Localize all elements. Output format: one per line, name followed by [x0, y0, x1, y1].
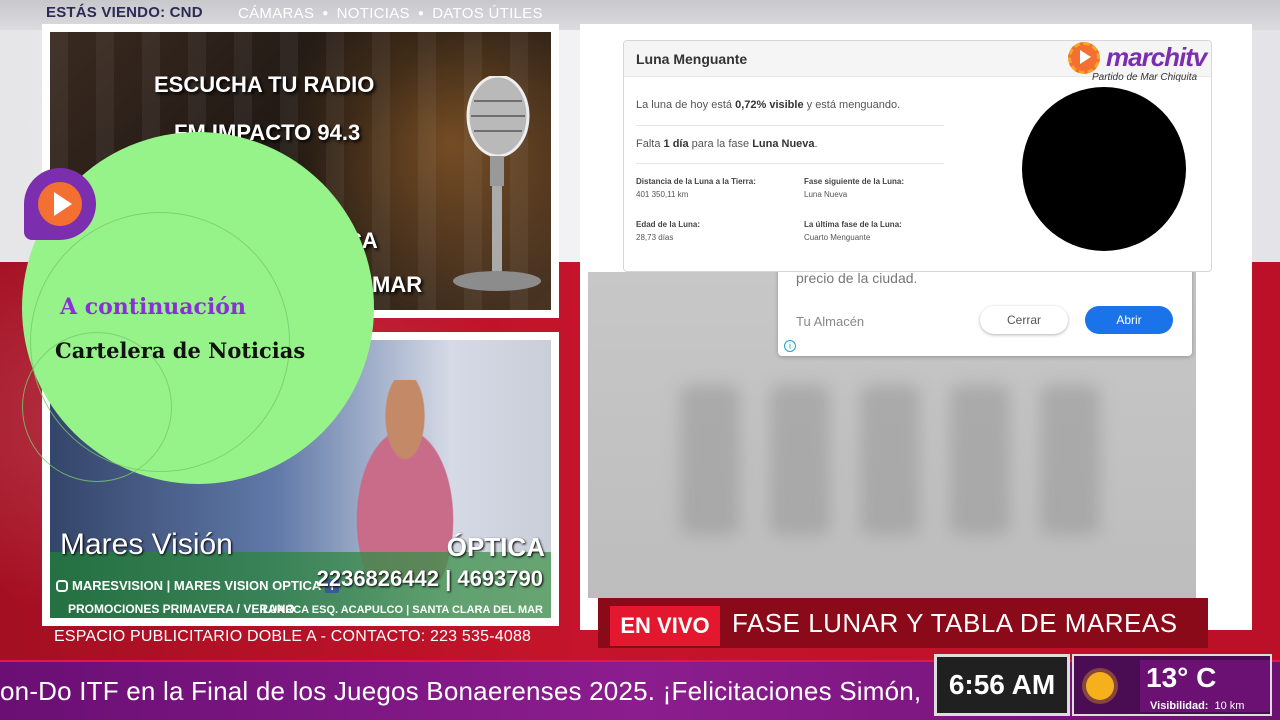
live-headline: FASE LUNAR Y TABLA DE MAREAS	[732, 608, 1178, 638]
optica-ad-social-text: MARESVISION | MARES VISION OPTICA	[72, 578, 322, 593]
ticker-text: on-Do ITF en la Final de los Juegos Bona…	[0, 676, 922, 706]
nav-item-datos-utiles[interactable]: DATOS ÚTILES	[432, 5, 543, 22]
moon-card-title: Luna Menguante	[636, 51, 748, 67]
ad-contact-text: ESPACIO PUBLICITARIO DOBLE A - CONTACTO:…	[54, 628, 532, 645]
moon-info-distance: Distancia de la Luna a la Tierra: 401 35…	[636, 175, 756, 201]
divider	[636, 125, 944, 126]
info-icon[interactable]: i	[784, 340, 796, 352]
optica-ad-social: MARESVISION | MARES VISION OPTICA f	[56, 578, 340, 593]
visibility-label: Visibilidad:	[1150, 700, 1209, 712]
radio-ad-line4: MAR	[372, 272, 423, 297]
moon-info-next-phase: Fase siguiente de la Luna: Luna Nueva	[804, 175, 904, 201]
moon-next-pre: Falta	[636, 138, 664, 150]
moon-next-phase-text: Falta 1 día para la fase Luna Nueva.	[636, 138, 818, 150]
play-icon	[1080, 50, 1091, 64]
close-button[interactable]: Cerrar	[980, 306, 1068, 334]
weather-temperature: 13° C	[1146, 662, 1217, 693]
optica-ad-word: ÓPTICA	[446, 532, 545, 562]
moon-visibility-pct: 0,72% visible	[735, 99, 804, 111]
clock: 6:56 AM	[934, 654, 1070, 716]
divider	[636, 163, 944, 164]
moon-icon	[1022, 87, 1186, 251]
moon-next-mid: para la fase	[688, 138, 753, 150]
weather-widget: 13° C Visibilidad: 10 km	[1072, 654, 1272, 716]
sun-icon	[1086, 672, 1114, 700]
moon-next-days: 1 día	[663, 138, 689, 150]
moon-info-label: Edad de la Luna:	[636, 220, 701, 229]
instagram-icon	[56, 579, 68, 592]
blurred-glyph	[860, 385, 920, 535]
blurred-glyph	[1040, 385, 1100, 535]
moon-info-age: Edad de la Luna: 28,73 días	[636, 218, 700, 244]
nav-separator: ●	[322, 8, 329, 19]
store-popup: precio de la ciudad. Tu Almacén Cerrar A…	[778, 262, 1192, 356]
optica-ad-address: LUARCA ESQ. ACAPULCO | SANTA CLARA DEL M…	[262, 604, 543, 616]
now-watching-label: ESTÁS VIENDO: CND	[46, 4, 203, 21]
blurred-glyph	[950, 385, 1010, 535]
moon-info-label: La última fase de la Luna:	[804, 220, 902, 229]
moon-visibility-pre: La luna de hoy está	[636, 99, 736, 111]
radio-ad-line1: ESCUCHA TU RADIO	[154, 72, 375, 97]
top-nav: CÁMARAS ● NOTICIAS ● DATOS ÚTILES	[238, 5, 543, 22]
live-badge: EN VIVO	[610, 606, 720, 646]
logo-name: marchitv	[1106, 42, 1207, 72]
visibility-value: 10 km	[1214, 700, 1245, 712]
play-badge-icon	[24, 168, 96, 240]
weather-visibility: Visibilidad: 10 km	[1150, 700, 1244, 712]
moon-next-post: .	[814, 138, 818, 150]
moon-info-value: 401 350,11 km	[636, 190, 689, 199]
live-headline-bar: EN VIVO FASE LUNAR Y TABLA DE MAREAS	[598, 598, 1208, 648]
marchitv-logo: marchitv Partido de Mar Chiquita	[1064, 36, 1214, 88]
blurred-content	[600, 370, 1180, 550]
blurred-glyph	[680, 385, 740, 535]
optica-ad-promo: PROMOCIONES PRIMAVERA / VERANO	[68, 602, 295, 616]
microphone-icon	[453, 76, 541, 291]
moon-visibility-post: y está menguando.	[803, 99, 901, 111]
moon-info-value: Cuarto Menguante	[804, 233, 871, 242]
nav-item-camaras[interactable]: CÁMARAS	[238, 5, 314, 22]
logo-subtitle: Partido de Mar Chiquita	[1092, 72, 1198, 83]
moon-visibility-text: La luna de hoy está 0,72% visible y está…	[636, 99, 900, 111]
nav-separator: ●	[417, 8, 425, 19]
moon-next-phase: Luna Nueva	[752, 138, 815, 150]
play-icon	[54, 192, 72, 216]
moon-info-label: Distancia de la Luna a la Tierra:	[636, 177, 756, 186]
optica-ad-phones: 2236826442 | 4693790	[316, 566, 543, 591]
moon-info-last-phase: La última fase de la Luna: Cuarto Mengua…	[804, 218, 902, 244]
popup-text: precio de la ciudad.	[796, 270, 918, 286]
nav-item-noticias[interactable]: NOTICIAS	[337, 5, 410, 22]
up-next-label: A continuación	[60, 294, 246, 320]
moon-info-value: Luna Nueva	[804, 190, 848, 199]
blurred-glyph	[770, 385, 830, 535]
moon-info-value: 28,73 días	[636, 233, 674, 242]
moon-info-label: Fase siguiente de la Luna:	[804, 177, 905, 186]
optica-ad-brand: Mares Visión	[60, 528, 233, 561]
popup-brand: Tu Almacén	[796, 314, 865, 329]
open-button[interactable]: Abrir	[1085, 306, 1173, 334]
up-next-show: Cartelera de Noticias	[55, 338, 306, 363]
